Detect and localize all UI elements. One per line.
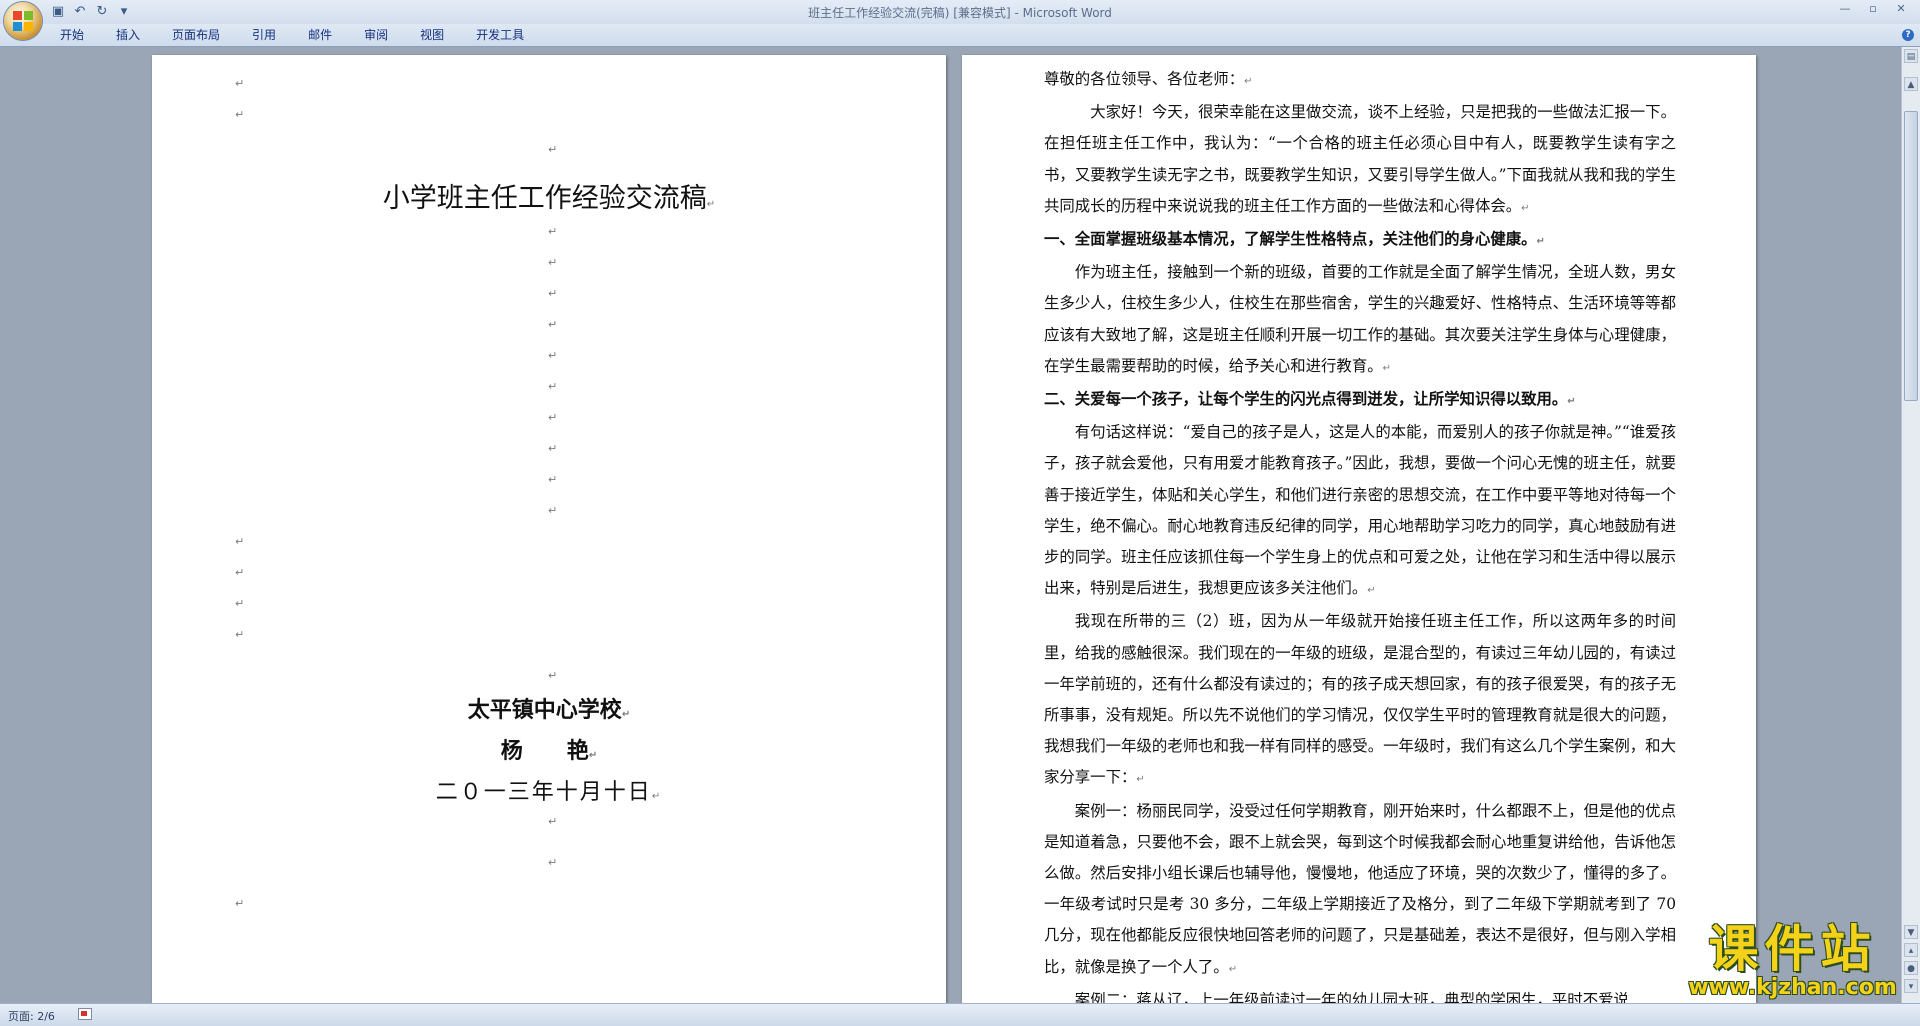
paragraph-mark-icon: ↵ xyxy=(548,225,558,238)
office-logo-icon xyxy=(13,11,33,31)
tab-insert[interactable]: 插入 xyxy=(106,24,150,46)
paragraph-mark-icon: ↵ xyxy=(548,473,558,486)
paragraph-mark-icon: ↵ xyxy=(548,287,558,300)
document-title: 小学班主任工作经验交流稿↵ xyxy=(382,183,716,214)
document-area[interactable]: ↵ ↵ ↵ 小学班主任工作经验交流稿↵ ↵ ↵ ↵ ↵ ↵ ↵ ↵ ↵ ↵ ↵ … xyxy=(0,47,1902,1003)
paragraph-mark-icon: ↵ xyxy=(548,856,558,869)
ribbon-tabs: 开始 插入 页面布局 引用 邮件 审阅 视图 开发工具 ? xyxy=(0,24,1920,47)
proofing-status-icon[interactable] xyxy=(78,1008,92,1020)
tab-mailings[interactable]: 邮件 xyxy=(298,24,342,46)
body-paragraph: 作为班主任，接触到一个新的班级，首要的工作就是全面了解学生情况，全班人数，男女生… xyxy=(1044,263,1676,375)
paragraph-mark-icon: ↵ xyxy=(235,897,245,910)
paragraph-mark-icon: ↵ xyxy=(548,442,558,455)
tab-references[interactable]: 引用 xyxy=(242,24,286,46)
tab-home[interactable]: 开始 xyxy=(50,24,94,46)
paragraph-mark-icon: ↵ xyxy=(235,535,245,548)
section-heading: 二、关爱每一个孩子，让每个学生的闪光点得到迸发，让所学知识得以致用。↵ xyxy=(1044,390,1576,409)
tab-view[interactable]: 视图 xyxy=(410,24,454,46)
paragraph-mark-icon: ↵ xyxy=(235,77,245,90)
paragraph-mark-icon: ↵ xyxy=(235,628,245,641)
body-paragraph: 大家好！今天，很荣幸能在这里做交流，谈不上经验，只是把我的一些做法汇报一下。在担… xyxy=(1044,103,1676,215)
title-bar: ▣ ↶ ↻ ▾ 班主任工作经验交流(完稿) [兼容模式] - Microsoft… xyxy=(0,0,1920,40)
document-date: 二０一三年十月十日↵ xyxy=(435,780,663,805)
ruler-toggle-icon[interactable]: ▤ xyxy=(1904,49,1918,63)
body-paragraph: 我现在所带的三（2）班，因为从一年级就开始接任班主任工作，所以这两年多的时间里，… xyxy=(1044,612,1676,787)
page-indicator[interactable]: 页面: 2/6 xyxy=(8,1008,55,1024)
paragraph-mark-icon: ↵ xyxy=(548,380,558,393)
status-bar: 页面: 2/6 xyxy=(0,1003,1920,1026)
paragraph-mark-icon: ↵ xyxy=(548,143,558,156)
paragraph-mark-icon: ↵ xyxy=(548,504,558,517)
body-paragraph: 有句话这样说：“爱自己的孩子是人，这是人的本能，而爱别人的孩子你就是神。”“谁爱… xyxy=(1044,423,1676,598)
watermark-main-text: 课件站 xyxy=(1708,920,1877,978)
scrollbar-thumb[interactable] xyxy=(1904,111,1918,401)
close-button[interactable]: ✕ xyxy=(1888,0,1914,18)
school-name: 太平镇中心学校↵ xyxy=(467,697,631,723)
paragraph-mark-icon: ↵ xyxy=(548,349,558,362)
watermark-logo: 课件站 www.kjzhan.com xyxy=(1675,922,1910,1000)
office-button[interactable] xyxy=(4,2,42,40)
document-body: 尊敬的各位领导、各位老师：↵ 大家好！今天，很荣幸能在这里做交流，谈不上经验，只… xyxy=(1044,64,1676,1003)
help-icon[interactable]: ? xyxy=(1902,29,1914,41)
document-page-left[interactable]: ↵ ↵ ↵ 小学班主任工作经验交流稿↵ ↵ ↵ ↵ ↵ ↵ ↵ ↵ ↵ ↵ ↵ … xyxy=(152,55,946,1003)
salutation: 尊敬的各位领导、各位老师：↵ xyxy=(1044,70,1253,88)
window-title: 班主任工作经验交流(完稿) [兼容模式] - Microsoft Word xyxy=(808,6,1112,20)
paragraph-mark-icon: ↵ xyxy=(235,566,245,579)
section-heading: 一、全面掌握班级基本情况，了解学生性格特点，关注他们的身心健康。↵ xyxy=(1044,230,1545,249)
scroll-up-icon[interactable]: ▲ xyxy=(1904,77,1918,91)
vertical-scrollbar[interactable]: ▤ ▲ ▼ ▴ ● ▾ xyxy=(1901,47,1920,1003)
watermark-url: www.kjzhan.com xyxy=(1688,975,1897,1000)
window-controls: — ▫ ✕ xyxy=(1832,0,1914,18)
minimize-button[interactable]: — xyxy=(1832,0,1858,18)
document-page-right[interactable]: 尊敬的各位领导、各位老师：↵ 大家好！今天，很荣幸能在这里做交流，谈不上经验，只… xyxy=(962,55,1756,1003)
tab-review[interactable]: 审阅 xyxy=(354,24,398,46)
paragraph-mark-icon: ↵ xyxy=(235,597,245,610)
body-paragraph: 案例一：杨丽民同学，没受过任何学期教育，刚开始来时，什么都跟不上，但是他的优点是… xyxy=(1044,801,1676,976)
tab-developer[interactable]: 开发工具 xyxy=(466,24,534,46)
body-paragraph: 案例二：蒋从辽，上一年级前读过一年的幼儿园大班，典型的学困生，平时不爱说 xyxy=(1074,990,1629,1003)
paragraph-mark-icon: ↵ xyxy=(235,108,245,121)
author-name: 杨 艳↵ xyxy=(500,738,598,764)
paragraph-mark-icon: ↵ xyxy=(548,411,558,424)
maximize-button[interactable]: ▫ xyxy=(1860,0,1886,18)
paragraph-mark-icon: ↵ xyxy=(548,669,558,682)
tab-page-layout[interactable]: 页面布局 xyxy=(162,24,230,46)
paragraph-mark-icon: ↵ xyxy=(548,256,558,269)
paragraph-mark-icon: ↵ xyxy=(548,318,558,331)
paragraph-mark-icon: ↵ xyxy=(548,815,558,828)
